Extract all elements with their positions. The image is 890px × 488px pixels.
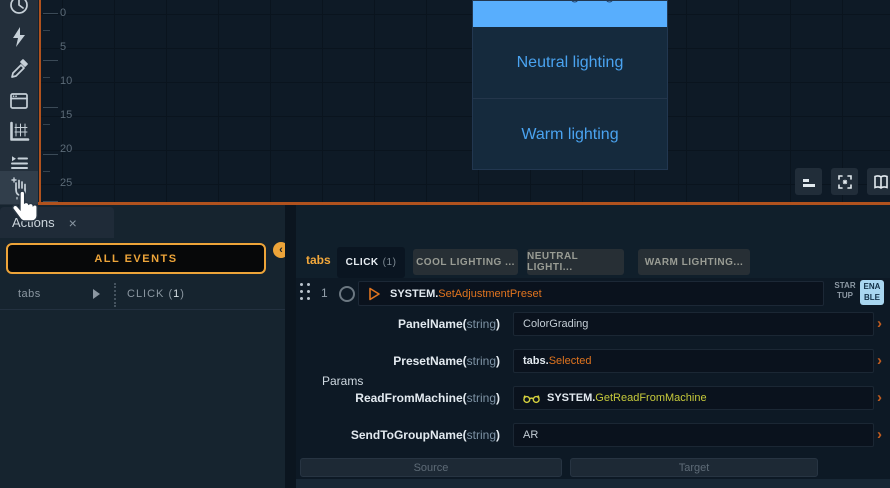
param-value-sendtogroupname[interactable]: AR <box>513 423 874 447</box>
ruler-label: 0 <box>60 7 86 19</box>
panel-divider[interactable] <box>285 205 296 488</box>
glasses-icon <box>523 393 540 404</box>
clock-tool-button[interactable] <box>0 0 38 22</box>
window-tool-button[interactable] <box>0 86 38 116</box>
bottom-scrollbar-strip[interactable] <box>296 479 890 488</box>
ruler-label: 20 <box>60 143 86 155</box>
eyedropper-tool-button[interactable] <box>0 54 38 84</box>
param-value-readfrommachine[interactable]: SYSTEM.GetReadFromMachine <box>513 386 874 410</box>
play-icon <box>367 287 381 301</box>
grid-ruler-icon <box>8 121 30 143</box>
event-name-label: CLICK (1) <box>127 288 185 300</box>
startup-toggle[interactable]: STARTUP <box>831 281 859 302</box>
command-name: SetAdjustmentPreset <box>438 288 541 300</box>
align-view-button[interactable] <box>795 168 822 195</box>
clock-icon <box>8 0 30 18</box>
fit-view-button[interactable] <box>831 168 858 195</box>
fit-view-icon <box>836 173 854 191</box>
chevron-right-icon[interactable]: › <box>877 352 890 369</box>
param-value-panelname[interactable]: ColorGrading <box>513 312 874 336</box>
lightning-tool-button[interactable] <box>0 22 38 52</box>
app-window: 0 5 10 15 20 25 Cool lighting Neutral li… <box>0 0 890 488</box>
chevron-right-icon[interactable]: › <box>877 389 890 406</box>
drag-handle[interactable] <box>300 283 312 303</box>
ruler-label: 15 <box>60 109 86 121</box>
group-label: tabs <box>306 253 331 267</box>
grid-tool-button[interactable] <box>0 117 38 147</box>
target-button[interactable]: Target <box>570 458 818 477</box>
action-detail-block <box>296 278 890 479</box>
dotted-divider <box>114 283 116 307</box>
param-name-presetname: PresetName(string) <box>296 354 500 368</box>
menu-item-warm-lighting[interactable]: Warm lighting <box>473 99 667 170</box>
ruler-label: 25 <box>60 177 86 189</box>
menu-item-label: Cool lighting <box>473 1 667 4</box>
arrow-right-icon <box>93 289 100 299</box>
tab-cool-lighting[interactable]: COOL LIGHTING ... <box>413 249 518 275</box>
all-events-button[interactable]: ALL EVENTS <box>6 243 266 274</box>
book-view-button[interactable] <box>867 168 890 195</box>
action-index: 1 <box>321 286 328 300</box>
action-command-field[interactable]: SYSTEM.SetAdjustmentPreset <box>358 281 824 306</box>
param-name-readfrommachine: ReadFromMachine(string) <box>296 391 500 405</box>
ruler-label: 10 <box>60 75 86 87</box>
chevron-right-icon[interactable]: › <box>877 315 890 332</box>
params-section-label: Params <box>322 374 363 388</box>
menu-item-neutral-lighting[interactable]: Neutral lighting <box>473 27 667 98</box>
tab-warm-lighting[interactable]: WARM LIGHTING... <box>638 249 750 275</box>
ruler-minor-ticks <box>43 0 50 202</box>
menu-item-cool-lighting-selected[interactable]: Cool lighting <box>473 1 667 27</box>
canvas-left-border <box>39 0 41 203</box>
lighting-preset-menu: Cool lighting Neutral lighting Warm ligh… <box>472 0 668 170</box>
command-prefix: SYSTEM. <box>390 288 438 300</box>
param-name-sendtogroupname: SendToGroupName(string) <box>296 428 500 442</box>
event-source-label: tabs <box>18 288 41 300</box>
eyedropper-icon <box>8 58 30 80</box>
tab-neutral-lighting[interactable]: NEUTRAL LIGHTI... <box>527 249 624 275</box>
mouse-cursor-hand <box>10 189 42 236</box>
design-canvas[interactable] <box>41 0 890 202</box>
action-radio[interactable] <box>339 286 355 302</box>
enable-toggle[interactable]: ENABLE <box>860 280 884 305</box>
param-value-presetname[interactable]: tabs.Selected <box>513 349 874 373</box>
tab-click[interactable]: CLICK(1) <box>337 247 405 278</box>
left-toolbar <box>0 0 38 205</box>
book-icon <box>872 173 890 191</box>
chevron-right-icon[interactable]: › <box>877 426 890 443</box>
close-icon[interactable]: × <box>69 215 77 231</box>
param-name-panelname: PanelName(string) <box>296 317 500 331</box>
browser-window-icon <box>8 90 30 112</box>
lightning-icon <box>8 26 30 48</box>
event-row-tabs-click[interactable]: tabs CLICK (1) <box>0 281 285 310</box>
ruler-label: 5 <box>60 41 86 53</box>
align-bottom-icon <box>800 173 818 191</box>
source-button[interactable]: Source <box>300 458 562 477</box>
playlist-icon <box>8 151 30 173</box>
